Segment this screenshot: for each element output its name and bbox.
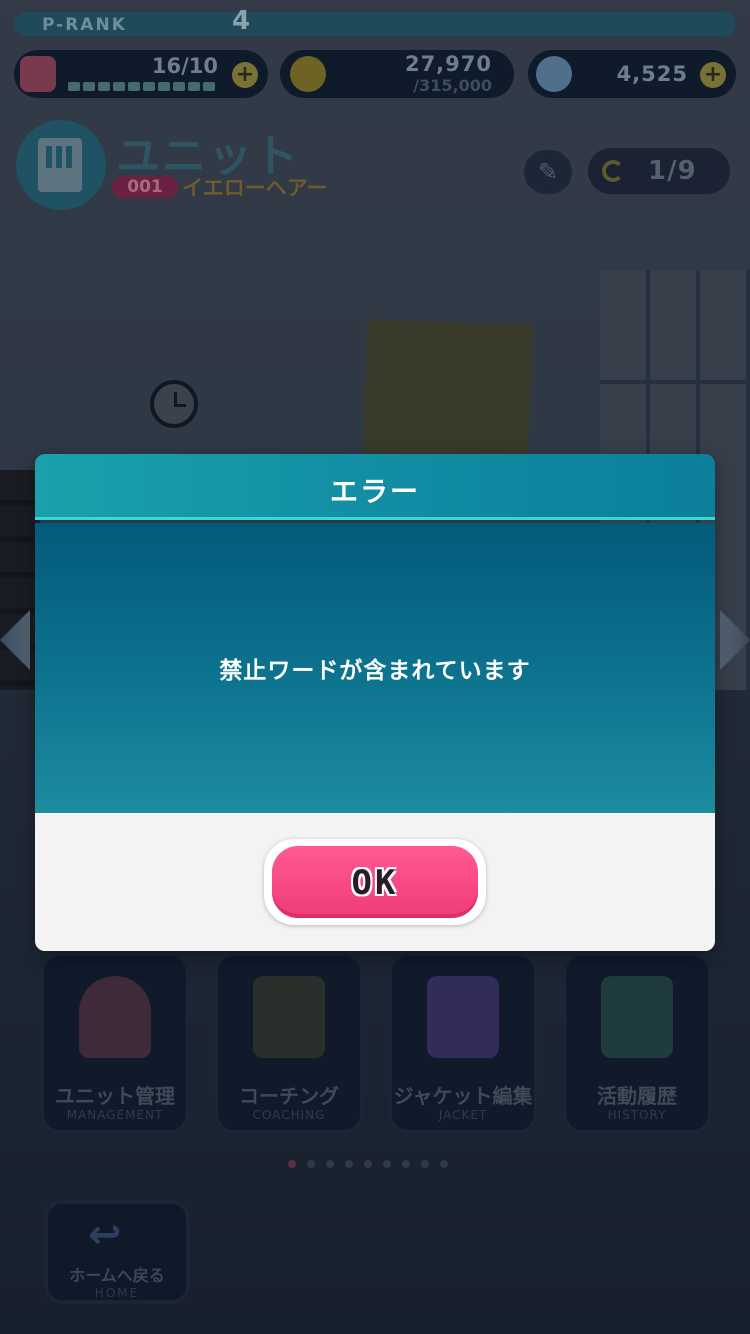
menu-sublabel: MANAGEMENT xyxy=(66,1108,164,1122)
gem-value: 4,525 xyxy=(616,62,688,86)
prank-label: P-RANK xyxy=(42,15,127,35)
gem-counter[interactable]: 4,525 + xyxy=(528,50,736,98)
menu-label: 活動履歴 xyxy=(597,1084,677,1108)
coin-counter: 27,970 /315,000 xyxy=(280,50,514,98)
coin-value: 27,970 xyxy=(404,52,492,76)
unit-number-badge: 001 xyxy=(112,176,178,198)
mannequin-mic-icon xyxy=(79,976,151,1058)
stamina-gauge xyxy=(68,82,215,91)
menu-management-button[interactable]: ユニット管理 MANAGEMENT xyxy=(40,952,190,1134)
home-label: ホームへ戻る xyxy=(69,1266,165,1285)
ok-button[interactable]: OK xyxy=(264,839,486,925)
jacket-pen-icon xyxy=(427,976,499,1058)
coaching-alert-icon xyxy=(253,976,325,1058)
menu-label: ジャケット編集 xyxy=(393,1084,533,1108)
coin-icon xyxy=(290,56,326,92)
dialog-message: 禁止ワードが含まれています xyxy=(219,658,531,684)
dialog-footer: OK xyxy=(35,813,715,951)
ok-button-face: OK xyxy=(272,846,478,918)
certificate-icon xyxy=(601,976,673,1058)
menu-jacket-button[interactable]: ジャケット編集 JACKET xyxy=(388,952,538,1134)
menu-sublabel: HISTORY xyxy=(607,1108,667,1122)
add-gem-button[interactable]: + xyxy=(700,62,726,88)
refresh-icon xyxy=(602,160,624,182)
menu-sublabel: COACHING xyxy=(252,1108,326,1122)
stamina-value: 16/10 xyxy=(151,54,218,78)
edit-name-button[interactable]: ✎ xyxy=(524,150,572,194)
dialog-title: エラー xyxy=(329,475,420,508)
error-dialog: エラー 禁止ワードが含まれています OK xyxy=(35,454,715,951)
dialog-header: エラー xyxy=(35,454,715,520)
back-arrow-icon: ↩ xyxy=(88,1212,122,1258)
unit-pager: 1/9 xyxy=(588,148,730,194)
stamina-counter[interactable]: 16/10 + xyxy=(14,50,268,98)
page-indicator xyxy=(288,1160,448,1168)
home-sublabel: HOME xyxy=(94,1286,140,1300)
menu-label: ユニット管理 xyxy=(55,1084,175,1108)
unit-building-icon xyxy=(16,120,106,210)
dialog-body: 禁止ワードが含まれています xyxy=(35,523,715,813)
ok-button-label: OK xyxy=(351,863,399,903)
menu-sublabel: JACKET xyxy=(438,1108,488,1122)
home-button[interactable]: ↩ ホームへ戻る HOME xyxy=(44,1200,190,1304)
prank-value: 4 xyxy=(232,6,251,36)
pencil-icon: ✎ xyxy=(538,158,559,186)
menu-history-button[interactable]: 活動履歴 HISTORY xyxy=(562,952,712,1134)
add-stamina-button[interactable]: + xyxy=(232,62,258,88)
gem-icon xyxy=(536,56,572,92)
unit-pager-value: 1/9 xyxy=(648,156,697,186)
coin-max: /315,000 xyxy=(413,76,492,95)
stamina-bag-icon xyxy=(20,56,56,92)
unit-name: イエローヘアー xyxy=(182,176,328,200)
menu-label: コーチング xyxy=(239,1084,339,1108)
menu-coaching-button[interactable]: コーチング COACHING xyxy=(214,952,364,1134)
